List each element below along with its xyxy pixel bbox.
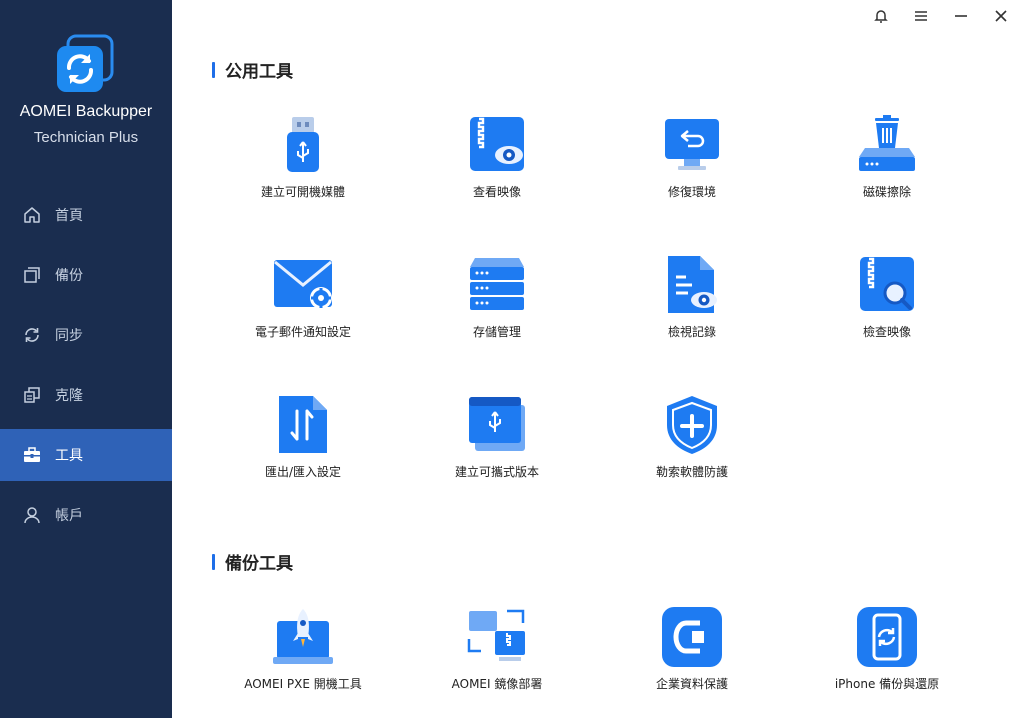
email-settings-icon [274,260,332,309]
nav-sync[interactable]: 同步 [0,309,172,361]
tool-label: 建立可攜式版本 [454,465,539,479]
section-title-common: 公用工具 [212,57,293,82]
tool-recovery-environment[interactable]: 修復環境 [612,115,772,215]
recovery-env-icon [665,119,719,170]
bell-icon[interactable] [869,6,893,26]
tool-pxe-boot[interactable]: AOMEI PXE 開機工具 [223,607,383,707]
app-edition: Technician Plus [33,129,139,146]
menu-icon[interactable] [909,6,933,26]
home-icon [22,205,42,225]
log-view-icon [668,256,717,313]
close-icon[interactable] [989,6,1013,26]
section-title-text: 公用工具 [225,62,293,82]
pxe-rocket-icon [273,609,333,664]
enterprise-protect-icon [662,607,722,667]
tool-create-portable-version[interactable]: 建立可攜式版本 [417,395,577,495]
tool-label: iPhone 備份與還原 [834,677,940,691]
tool-export-import-settings[interactable]: 匯出/匯入設定 [223,395,383,495]
disk-wipe-icon [859,115,915,171]
tool-label: AOMEI 鏡像部署 [451,677,543,691]
nav-label: 克隆 [55,388,83,404]
nav-backup[interactable]: 備份 [0,249,172,301]
clone-icon [22,385,42,405]
nav-label: 首頁 [55,208,83,224]
tool-view-logs[interactable]: 檢視記錄 [612,255,772,355]
tool-label: 檢查映像 [862,325,911,339]
app-name: AOMEI Backupper [19,103,153,120]
minimize-icon[interactable] [949,6,973,26]
nav-clone[interactable]: 克隆 [0,369,172,421]
section-accent-bar [212,553,215,570]
backup-icon [22,265,42,285]
nav-account[interactable]: 帳戶 [0,489,172,541]
user-icon [22,505,42,525]
main-panel: 公用工具 建立可開機媒體 查看映像 修復環境 磁碟擦除 電子郵件通知設定 存儲管… [172,0,1014,718]
image-deploy-icon [467,609,525,661]
tool-label: 電子郵件通知設定 [254,325,351,339]
tool-label: 磁碟擦除 [862,185,911,199]
tool-ransomware-protection[interactable]: 勒索軟體防護 [612,395,772,495]
tool-label: AOMEI PXE 開機工具 [244,677,362,691]
sync-icon [22,325,42,345]
iphone-backup-icon [857,607,917,667]
import-export-icon [279,396,327,453]
tool-label: 企業資料保護 [655,677,728,691]
nav-label: 帳戶 [55,508,83,524]
image-view-icon [470,117,524,171]
tool-check-image[interactable]: 檢查映像 [807,255,967,355]
image-check-icon [860,257,914,311]
tool-create-bootable-media[interactable]: 建立可開機媒體 [223,115,383,215]
nav-home[interactable]: 首頁 [0,189,172,241]
tool-label: 存儲管理 [472,325,521,339]
tool-email-notification[interactable]: 電子郵件通知設定 [223,255,383,355]
toolbox-icon [22,445,42,465]
tool-label: 匯出/匯入設定 [264,465,342,479]
section-title-backup: 備份工具 [212,549,293,574]
tool-label: 修復環境 [667,185,716,199]
tool-label: 勒索軟體防護 [655,465,728,479]
nav-label: 同步 [55,328,83,344]
tool-label: 檢視記錄 [667,325,716,339]
shield-plus-icon [667,396,717,454]
sidebar: AOMEI Backupper Technician Plus 首頁 備份 同步… [0,0,172,718]
tool-disk-wipe[interactable]: 磁碟擦除 [807,115,967,215]
tool-label: 建立可開機媒體 [260,185,345,199]
section-title-text: 備份工具 [225,554,293,574]
tool-label: 查看映像 [472,185,521,199]
tool-enterprise-data-protection[interactable]: 企業資料保護 [612,607,772,707]
nav-label: 工具 [55,448,83,464]
tool-image-deploy[interactable]: AOMEI 鏡像部署 [417,607,577,707]
nav-label: 備份 [55,268,83,284]
tool-iphone-backup[interactable]: iPhone 備份與還原 [807,607,967,707]
portable-version-icon [469,397,525,451]
tool-storage-management[interactable]: 存儲管理 [417,255,577,355]
app-logo [54,34,116,96]
tool-view-image[interactable]: 查看映像 [417,115,577,215]
section-accent-bar [212,61,215,78]
nav-tools[interactable]: 工具 [0,429,172,481]
usb-drive-icon [287,117,319,172]
storage-icon [470,258,524,310]
